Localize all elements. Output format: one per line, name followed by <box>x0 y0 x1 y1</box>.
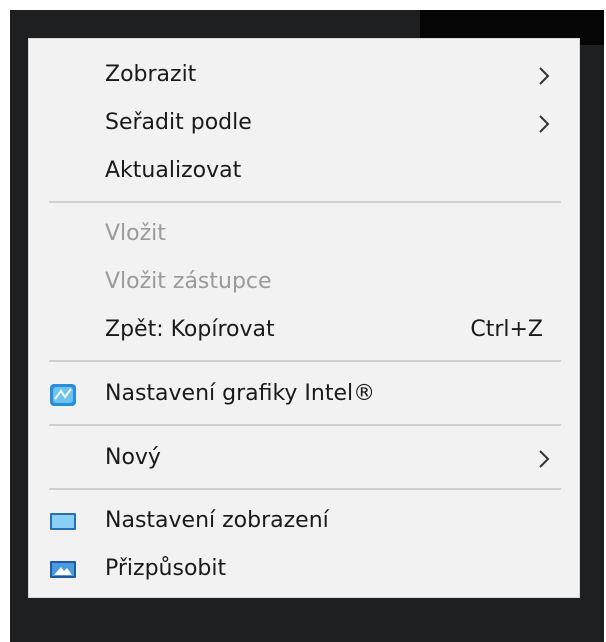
menu-item-label: Vložit zástupce <box>105 269 272 294</box>
menu-separator <box>49 360 561 362</box>
desktop-context-menu: Zobrazit Seřadit podle Aktualizovat Vlož… <box>28 38 580 598</box>
menu-item-label: Seřadit podle <box>105 110 252 135</box>
menu-item-label: Nový <box>105 445 161 470</box>
menu-item-view[interactable]: Zobrazit <box>29 52 581 100</box>
menu-item-label: Nastavení zobrazení <box>105 508 329 533</box>
personalize-icon <box>50 561 76 578</box>
menu-item-label: Nastavení grafiky Intel® <box>105 381 376 406</box>
menu-item-personalize[interactable]: Přizpůsobit <box>29 546 581 594</box>
menu-item-label: Přizpůsobit <box>105 556 227 581</box>
menu-item-paste: Vložit <box>29 211 581 259</box>
chevron-right-icon <box>539 67 550 85</box>
menu-item-undo-copy[interactable]: Zpět: Kopírovat Ctrl+Z <box>29 307 581 355</box>
menu-item-label: Zobrazit <box>105 62 197 87</box>
menu-item-refresh[interactable]: Aktualizovat <box>29 148 581 196</box>
menu-item-intel-graphics[interactable]: Nastavení grafiky Intel® <box>29 371 581 419</box>
display-settings-icon <box>50 513 76 530</box>
menu-item-label: Zpět: Kopírovat <box>105 317 275 342</box>
shortcut-label: Ctrl+Z <box>470 317 543 342</box>
chevron-right-icon <box>539 450 550 468</box>
menu-item-sort-by[interactable]: Seřadit podle <box>29 100 581 148</box>
menu-item-label: Aktualizovat <box>105 158 242 183</box>
menu-separator <box>49 488 561 490</box>
menu-item-label: Vložit <box>105 221 166 246</box>
menu-separator <box>49 424 561 426</box>
chevron-right-icon <box>539 115 550 133</box>
menu-separator <box>49 201 561 203</box>
menu-item-paste-shortcut: Vložit zástupce <box>29 259 581 307</box>
menu-item-display-settings[interactable]: Nastavení zobrazení <box>29 498 581 546</box>
intel-graphics-icon <box>50 384 76 406</box>
menu-item-new[interactable]: Nový <box>29 435 581 483</box>
